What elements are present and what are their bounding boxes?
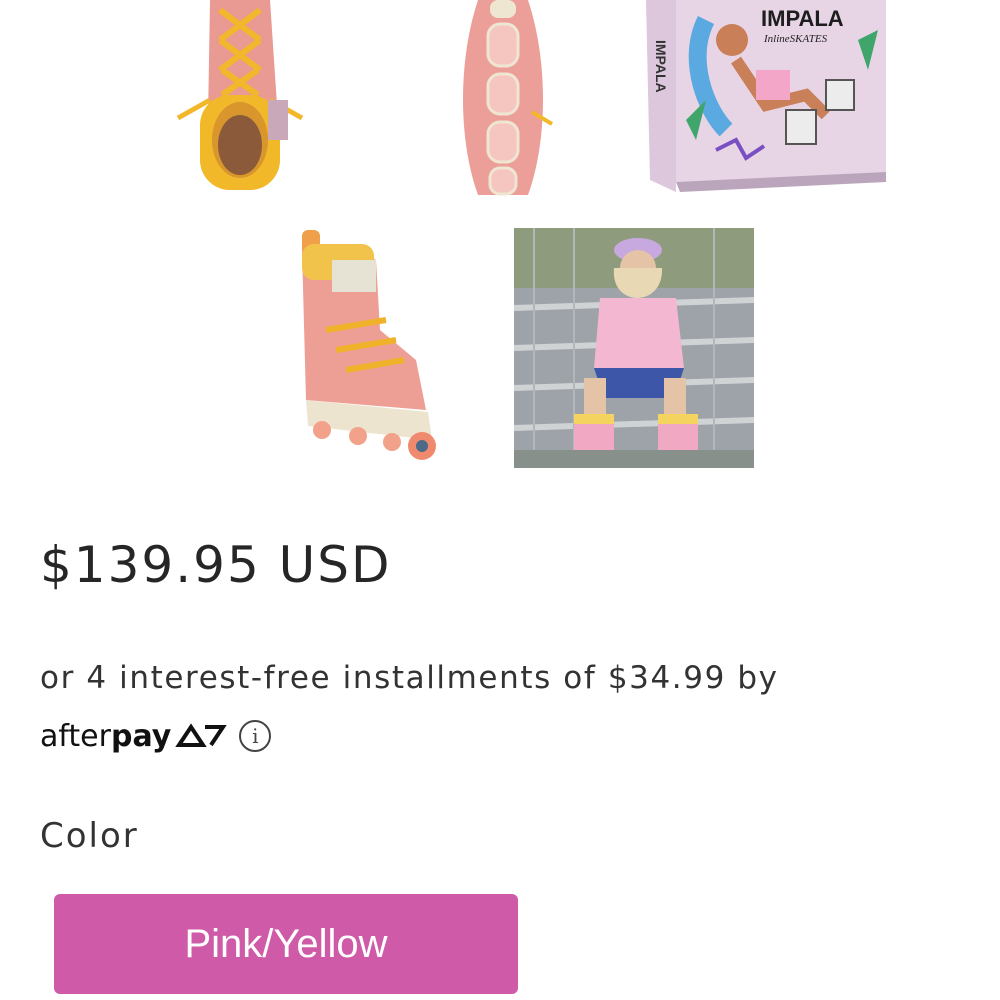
installment-text: or 4 interest-free installments of $34.9… bbox=[40, 660, 779, 696]
product-thumbnail-box[interactable]: IMPALA InlineSKATES IMPALA bbox=[646, 0, 886, 192]
afterpay-logo-light: after bbox=[40, 718, 111, 754]
box-side-text: IMPALA bbox=[653, 40, 669, 93]
product-thumbnail-top-view[interactable] bbox=[170, 0, 310, 200]
product-price: $139.95 USD bbox=[40, 536, 392, 594]
info-icon[interactable]: i bbox=[239, 720, 272, 752]
afterpay-logo-bold: pay bbox=[110, 718, 172, 754]
color-option-button[interactable]: Pink/Yellow bbox=[54, 894, 518, 994]
color-label: Color bbox=[40, 816, 139, 856]
product-thumbnail-side-view[interactable] bbox=[296, 230, 442, 470]
afterpay-logo-icon: after pay bbox=[40, 718, 228, 754]
afterpay-row: after pay i bbox=[40, 716, 272, 756]
product-thumbnail-lifestyle-photo[interactable] bbox=[514, 228, 754, 468]
product-thumbnail-bottom-view[interactable] bbox=[448, 0, 558, 200]
afterpay-arrows-icon bbox=[175, 723, 228, 747]
box-subtitle-text: InlineSKATES bbox=[763, 33, 828, 45]
box-logo-text: IMPALA bbox=[761, 6, 844, 31]
